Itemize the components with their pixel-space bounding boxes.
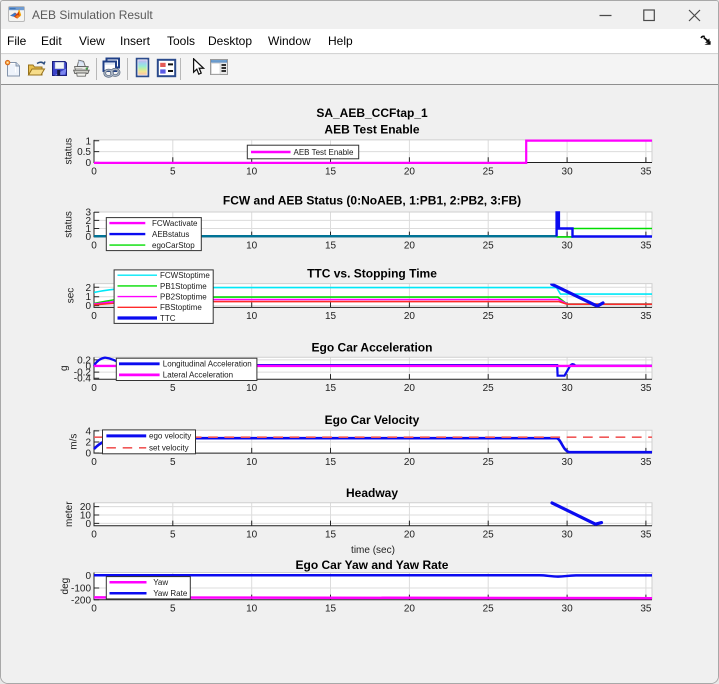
svg-text:0: 0 xyxy=(85,158,91,169)
svg-text:ego velocity: ego velocity xyxy=(149,432,191,441)
svg-text:AEB Test Enable: AEB Test Enable xyxy=(294,148,354,157)
svg-text:15: 15 xyxy=(325,166,337,177)
svg-text:5: 5 xyxy=(170,604,176,615)
svg-text:FBStoptime: FBStoptime xyxy=(160,303,202,312)
svg-text:35: 35 xyxy=(640,311,652,322)
svg-text:0: 0 xyxy=(85,449,91,460)
svg-text:35: 35 xyxy=(640,166,652,177)
svg-text:30: 30 xyxy=(562,530,574,541)
svg-text:10: 10 xyxy=(246,311,258,322)
svg-text:5: 5 xyxy=(170,530,176,541)
svg-text:-200: -200 xyxy=(71,595,91,606)
svg-text:25: 25 xyxy=(483,604,495,615)
svg-text:-100: -100 xyxy=(71,584,91,595)
svg-text:0: 0 xyxy=(91,383,97,394)
svg-text:sec: sec xyxy=(66,288,77,304)
svg-text:20: 20 xyxy=(404,241,416,252)
svg-text:25: 25 xyxy=(483,383,495,394)
svg-text:TTC: TTC xyxy=(160,314,176,323)
svg-text:status: status xyxy=(63,211,74,238)
svg-text:0: 0 xyxy=(85,519,91,530)
svg-text:20: 20 xyxy=(404,311,416,322)
svg-text:meter: meter xyxy=(64,501,75,527)
svg-text:35: 35 xyxy=(640,457,652,468)
svg-text:g: g xyxy=(59,365,70,371)
svg-text:20: 20 xyxy=(404,383,416,394)
svg-text:30: 30 xyxy=(562,457,574,468)
svg-text:30: 30 xyxy=(562,383,574,394)
svg-text:AEBstatus: AEBstatus xyxy=(152,230,189,239)
svg-text:25: 25 xyxy=(483,457,495,468)
svg-text:10: 10 xyxy=(246,604,258,615)
svg-text:Yaw: Yaw xyxy=(153,578,168,587)
svg-text:25: 25 xyxy=(483,166,495,177)
svg-text:0: 0 xyxy=(91,530,97,541)
svg-text:1: 1 xyxy=(85,136,91,147)
svg-text:set velocity: set velocity xyxy=(149,444,189,453)
svg-text:20: 20 xyxy=(404,457,416,468)
svg-text:Ego Car Yaw and Yaw Rate: Ego Car Yaw and Yaw Rate xyxy=(296,558,449,572)
svg-text:30: 30 xyxy=(562,241,574,252)
svg-text:30: 30 xyxy=(562,166,574,177)
svg-text:egoCarStop: egoCarStop xyxy=(152,241,195,250)
svg-text:0: 0 xyxy=(91,241,97,252)
svg-text:0: 0 xyxy=(85,571,91,582)
svg-text:20: 20 xyxy=(404,604,416,615)
svg-text:35: 35 xyxy=(640,383,652,394)
svg-text:20: 20 xyxy=(404,166,416,177)
svg-text:0: 0 xyxy=(85,301,91,312)
svg-text:15: 15 xyxy=(325,383,337,394)
svg-text:0: 0 xyxy=(91,604,97,615)
svg-text:35: 35 xyxy=(640,604,652,615)
svg-text:4: 4 xyxy=(85,426,91,437)
svg-text:FCW and AEB Status (0:NoAEB, 1: FCW and AEB Status (0:NoAEB, 1:PB1, 2:PB… xyxy=(223,194,521,208)
svg-text:35: 35 xyxy=(640,530,652,541)
svg-text:15: 15 xyxy=(325,604,337,615)
svg-text:PB2Stoptime: PB2Stoptime xyxy=(160,292,207,301)
svg-text:FCWactivate: FCWactivate xyxy=(152,219,198,228)
svg-text:30: 30 xyxy=(562,311,574,322)
svg-text:m/s: m/s xyxy=(68,434,79,450)
svg-text:30: 30 xyxy=(562,604,574,615)
svg-text:-0.4: -0.4 xyxy=(74,374,92,385)
svg-text:Yaw Rate: Yaw Rate xyxy=(153,589,188,598)
svg-text:deg: deg xyxy=(60,578,71,595)
svg-text:FCWStoptime: FCWStoptime xyxy=(160,271,210,280)
svg-text:TTC vs. Stopping Time: TTC vs. Stopping Time xyxy=(307,267,437,281)
svg-text:status: status xyxy=(63,138,74,165)
svg-text:25: 25 xyxy=(483,311,495,322)
svg-text:10: 10 xyxy=(246,241,258,252)
svg-text:5: 5 xyxy=(170,383,176,394)
svg-text:Ego Car Velocity: Ego Car Velocity xyxy=(325,413,420,427)
svg-text:15: 15 xyxy=(325,311,337,322)
svg-text:0: 0 xyxy=(91,311,97,322)
svg-text:10: 10 xyxy=(246,530,258,541)
svg-text:15: 15 xyxy=(325,457,337,468)
svg-text:5: 5 xyxy=(170,166,176,177)
svg-text:15: 15 xyxy=(325,530,337,541)
svg-text:PB1Stoptime: PB1Stoptime xyxy=(160,282,207,291)
svg-text:time (sec): time (sec) xyxy=(351,545,395,556)
svg-text:5: 5 xyxy=(170,457,176,468)
svg-text:25: 25 xyxy=(483,241,495,252)
svg-text:2: 2 xyxy=(85,438,91,449)
svg-text:SA_AEB_CCFtap_1: SA_AEB_CCFtap_1 xyxy=(316,106,428,120)
svg-text:25: 25 xyxy=(483,530,495,541)
svg-text:0.5: 0.5 xyxy=(77,147,91,158)
svg-text:15: 15 xyxy=(325,241,337,252)
svg-text:Headway: Headway xyxy=(346,486,398,500)
svg-text:Longitudinal Acceleration: Longitudinal Acceleration xyxy=(163,360,252,369)
svg-text:10: 10 xyxy=(246,383,258,394)
svg-text:Lateral Acceleration: Lateral Acceleration xyxy=(163,371,233,380)
svg-text:35: 35 xyxy=(640,241,652,252)
svg-text:20: 20 xyxy=(404,530,416,541)
svg-text:0: 0 xyxy=(91,166,97,177)
svg-text:10: 10 xyxy=(246,166,258,177)
svg-text:0: 0 xyxy=(85,232,91,243)
svg-text:AEB Test Enable: AEB Test Enable xyxy=(324,122,419,136)
svg-text:0: 0 xyxy=(91,457,97,468)
svg-text:Ego Car Acceleration: Ego Car Acceleration xyxy=(312,341,433,355)
svg-text:10: 10 xyxy=(246,457,258,468)
